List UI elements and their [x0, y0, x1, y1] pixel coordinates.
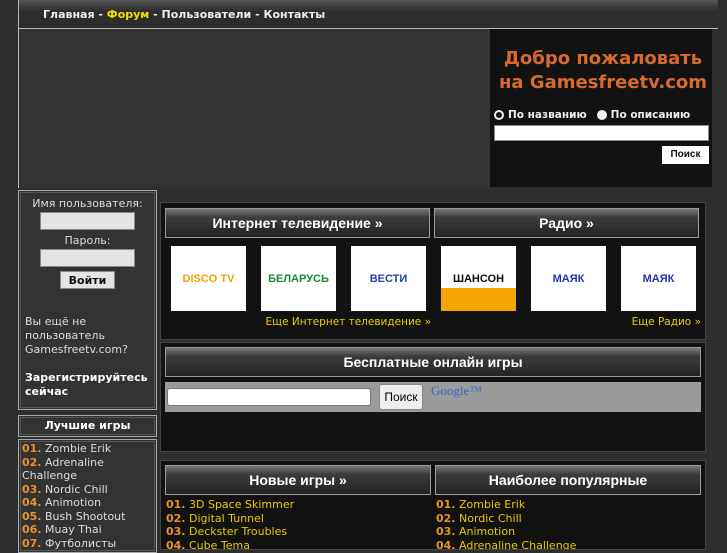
game-list-item[interactable]: 02. Digital Tunnel — [166, 512, 431, 526]
game-name[interactable]: Muay Thai — [45, 523, 102, 536]
logo-text: DISCO TV — [182, 272, 235, 285]
password-label: Пароль: — [64, 234, 111, 247]
tv-channel-logo[interactable]: ВЕСТИ — [351, 246, 426, 311]
nav-forum[interactable]: Форум — [107, 8, 150, 21]
best-games-list: 01. Zombie Erik 02. Adrenaline Challenge 0… — [18, 439, 157, 553]
username-input[interactable] — [40, 212, 135, 230]
google-logo: Google™ — [431, 383, 483, 398]
radio-by-description[interactable] — [596, 110, 607, 120]
game-name[interactable]: Animotion — [45, 496, 101, 509]
rank-number: 02. — [166, 511, 186, 525]
tv-radio-panel: Интернет телевидение » Радио » DISCO TV Б… — [160, 202, 706, 340]
rank-number: 03. — [436, 525, 456, 538]
tv-header[interactable]: Интернет телевидение » — [165, 208, 430, 238]
game-list-item[interactable]: 01. Zombie Erik — [436, 498, 701, 512]
radio-channel-logo[interactable]: ШАНСОН — [441, 246, 516, 311]
rank-number: 04. — [22, 496, 42, 509]
free-games-header: Бесплатные онлайн игры — [165, 347, 701, 377]
more-radio-link[interactable]: Еще Радио » — [431, 316, 701, 328]
game-list-item[interactable]: 02. Nordic Chill — [436, 512, 701, 526]
game-list-item[interactable]: 03. Nordic Chill — [22, 483, 153, 497]
game-name[interactable]: Animotion — [459, 525, 515, 538]
free-games-panel: Бесплатные онлайн игры Поиск Google™ — [160, 342, 706, 452]
game-list-item[interactable]: 04. Cube Tema — [166, 538, 431, 550]
site-search-input[interactable] — [494, 125, 709, 141]
rank-number: 01. — [166, 498, 186, 511]
logo-text: МАЯК — [552, 272, 585, 285]
rank-number: 04. — [166, 538, 186, 550]
top-nav: Главная - Форум - Пользователи - Контакт… — [18, 0, 718, 29]
game-name[interactable]: Футболисты — [45, 537, 116, 550]
game-list-item[interactable]: 01. 3D Space Skimmer — [166, 498, 431, 512]
login-button[interactable]: Войти — [60, 271, 115, 289]
nav-contacts[interactable]: Контакты — [263, 8, 325, 21]
header-banner — [18, 29, 490, 188]
radio-by-name[interactable] — [494, 110, 504, 120]
game-name[interactable]: Zombie Erik — [459, 498, 525, 511]
nav-users[interactable]: Пользователи — [162, 8, 252, 21]
rank-number: 06. — [22, 523, 42, 536]
radio-by-description-label: По описанию — [610, 109, 691, 121]
rank-number: 07. — [22, 536, 42, 550]
nav-home[interactable]: Главная — [43, 8, 95, 21]
game-list-item[interactable]: 07. Футболисты — [22, 537, 153, 551]
radio-header[interactable]: Радио » — [434, 208, 699, 238]
game-name[interactable]: Nordic Chill — [45, 483, 108, 496]
register-link[interactable]: Зарегистрируйтесь сейчас — [25, 371, 150, 399]
best-games-title: Лучшие игры — [18, 415, 157, 437]
game-list-item[interactable]: 06. Muay Thai — [22, 523, 153, 537]
game-name[interactable]: Adrenaline Challenge — [459, 539, 576, 550]
rank-number: 02. — [22, 455, 42, 469]
nav-separator: - — [251, 8, 264, 21]
rank-number: 02. — [436, 511, 456, 525]
game-list-item[interactable]: 02. Adrenaline Challenge — [22, 456, 153, 483]
game-list-item[interactable]: 04. Adrenaline Challenge — [436, 538, 701, 550]
rank-number: 03. — [166, 525, 186, 538]
radio-channel-logo[interactable]: МАЯК — [621, 246, 696, 311]
popular-games-header: Наиболее популярные — [435, 465, 701, 495]
game-list-item[interactable]: 04. Animotion — [22, 496, 153, 510]
game-name[interactable]: Digital Tunnel — [189, 512, 264, 525]
nav-separator: - — [149, 8, 162, 21]
radio-by-name-label: По названию — [508, 109, 587, 121]
game-name[interactable]: Zombie Erik — [45, 442, 111, 455]
rank-number: 01. — [436, 498, 456, 511]
tv-channel-logo[interactable]: БЕЛАРУСЬ — [261, 246, 336, 311]
login-box: Имя пользователя: Пароль: Войти Вы ещё н… — [18, 190, 157, 410]
google-search-button[interactable]: Поиск — [379, 384, 423, 410]
game-name[interactable]: Deckster Troubles — [189, 525, 287, 538]
game-list-item[interactable]: 03. Deckster Troubles — [166, 525, 431, 539]
logo-text: ШАНСОН — [452, 272, 505, 285]
logo-text: ВЕСТИ — [369, 272, 408, 285]
not-user-text: Вы ещё не пользователь Gamesfreetv.com? — [25, 315, 128, 356]
game-name[interactable]: Bush Shootout — [45, 510, 125, 523]
new-games-header[interactable]: Новые игры » — [165, 465, 431, 495]
welcome-title: Добро пожаловать на Gamesfreetv.com — [498, 48, 708, 93]
nav-separator: - — [94, 8, 107, 21]
game-list-item[interactable]: 01. Zombie Erik — [22, 442, 153, 456]
more-tv-link[interactable]: Еще Интернет телевидение » — [165, 316, 431, 328]
rank-number: 05. — [22, 509, 42, 523]
password-input[interactable] — [40, 249, 135, 267]
rank-number: 04. — [436, 538, 456, 550]
rank-number: 03. — [22, 482, 42, 496]
game-name[interactable]: 3D Space Skimmer — [189, 498, 294, 511]
game-list-item[interactable]: 03. Animotion — [436, 525, 701, 539]
welcome-box: Добро пожаловать на Gamesfreetv.com По на… — [490, 29, 712, 187]
game-name[interactable]: Cube Tema — [189, 539, 250, 550]
google-search-input[interactable] — [167, 388, 371, 406]
tv-channel-logo[interactable]: DISCO TV — [171, 246, 246, 311]
radio-channel-logo[interactable]: МАЯК — [531, 246, 606, 311]
games-lists-panel: Новые игры » 01. 3D Space Skimmer 02. Dig… — [160, 460, 706, 550]
logo-text: БЕЛАРУСЬ — [268, 272, 329, 285]
logo-text: МАЯК — [642, 272, 675, 285]
username-label: Имя пользователя: — [32, 197, 143, 210]
rank-number: 01. — [22, 442, 42, 455]
game-name[interactable]: Nordic Chill — [459, 512, 522, 525]
site-search-button[interactable]: Поиск — [662, 146, 709, 164]
game-list-item[interactable]: 05. Bush Shootout — [22, 510, 153, 524]
